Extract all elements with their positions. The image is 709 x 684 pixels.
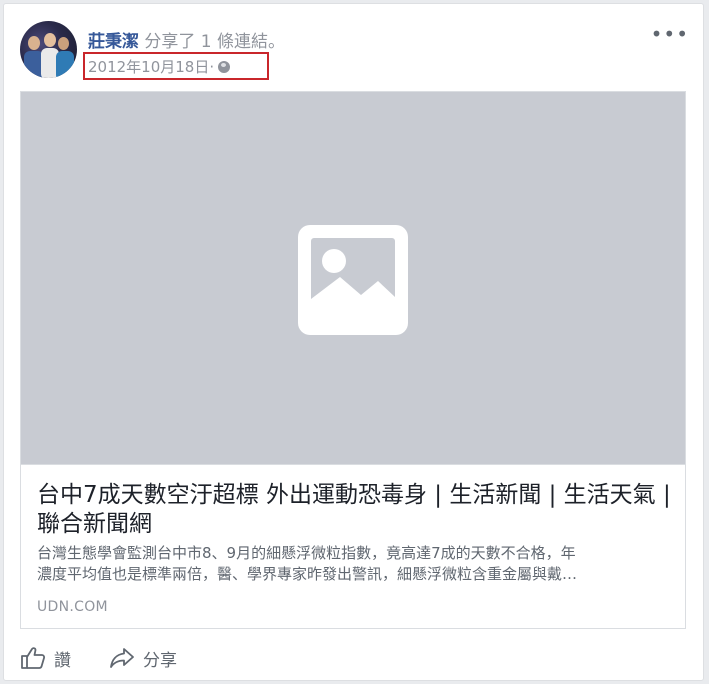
- more-options-button[interactable]: •••: [651, 22, 689, 46]
- thumbs-up-icon: [21, 647, 46, 669]
- author-name[interactable]: 莊秉潔: [88, 32, 139, 52]
- author-avatar[interactable]: [20, 21, 77, 78]
- post-card: 莊秉潔 分享了 1 條連結。 2012年10月18日 · ••• 台中7成天數空…: [3, 3, 704, 681]
- globe-icon[interactable]: [218, 60, 231, 73]
- link-preview-card[interactable]: 台中7成天數空汙超標 外出運動恐毒身 | 生活新聞 | 生活天氣 | 聯合新聞網…: [20, 91, 686, 629]
- post-timestamp[interactable]: 2012年10月18日: [88, 56, 209, 77]
- timestamp-separator: ·: [209, 57, 215, 76]
- link-description: 台灣生態學會監測台中市8、9月的細懸浮微粒指數，竟高達7成的天數不合格，年 濃度…: [37, 543, 677, 585]
- link-description-line-2: 濃度平均值也是標準兩倍，醫、學界專家昨發出警訊，細懸浮微粒含重金屬與戴…: [37, 565, 578, 583]
- link-description-line-1: 台灣生態學會監測台中市8、9月的細懸浮微粒指數，竟高達7成的天數不合格，年: [37, 544, 576, 562]
- like-button[interactable]: 讚: [20, 646, 71, 671]
- image-placeholder-icon: [298, 225, 408, 335]
- share-button[interactable]: 分享: [109, 646, 177, 671]
- share-arrow-icon: [110, 648, 134, 668]
- link-preview-image[interactable]: [21, 92, 685, 465]
- post-actions-bar: 讚 分享: [20, 641, 215, 675]
- link-title[interactable]: 台中7成天數空汙超標 外出運動恐毒身 | 生活新聞 | 生活天氣 | 聯合新聞網: [37, 481, 677, 539]
- like-label: 讚: [54, 650, 71, 671]
- post-timestamp-row: 2012年10月18日 ·: [88, 56, 231, 77]
- post-header: 莊秉潔 分享了 1 條連結。: [88, 27, 285, 52]
- share-label: 分享: [143, 650, 177, 671]
- link-domain: UDN.COM: [37, 599, 108, 615]
- share-action-text: 分享了 1 條連結。: [139, 32, 286, 52]
